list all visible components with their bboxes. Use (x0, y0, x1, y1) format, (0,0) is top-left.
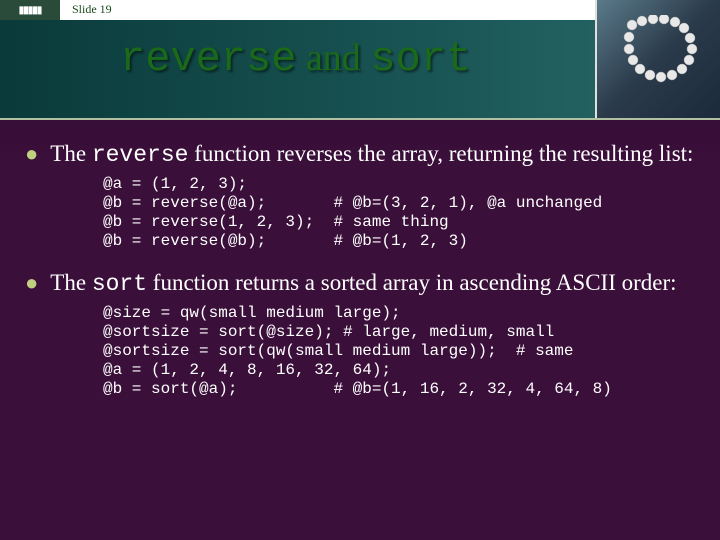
logo: ▮▮▮▮▮ (0, 0, 60, 20)
divider-line (0, 118, 720, 120)
bullet-1: ● The reverse function reverses the arra… (25, 140, 700, 169)
code-block-1: @a = (1, 2, 3); @b = reverse(@a); # @b=(… (103, 175, 700, 251)
b2-post: function returns a sorted array in ascen… (147, 270, 676, 295)
title-mid: and (296, 37, 370, 79)
logo-bars-icon: ▮▮▮▮▮ (19, 5, 42, 16)
bullet-1-text: The reverse function reverses the array,… (50, 140, 700, 169)
slide-title: reverse and sort (120, 35, 471, 83)
title-code-1: reverse (120, 35, 296, 83)
bullet-icon: ● (25, 140, 38, 169)
bullet-icon: ● (25, 269, 38, 298)
b1-post: function reverses the array, returning t… (188, 141, 693, 166)
bullet-2-text: The sort function returns a sorted array… (50, 269, 700, 298)
b1-pre: The (50, 141, 92, 166)
b1-code: reverse (92, 142, 189, 168)
b2-pre: The (50, 270, 92, 295)
slide-header: ▮▮▮▮▮ Slide 19 reverse and sort (0, 0, 720, 120)
slide-number: Slide 19 (72, 2, 112, 17)
decorative-image (595, 0, 720, 120)
b2-code: sort (92, 271, 147, 297)
slide-content: ● The reverse function reverses the arra… (25, 140, 700, 417)
pearls-icon (622, 15, 702, 85)
title-code-2: sort (370, 35, 471, 83)
bullet-2: ● The sort function returns a sorted arr… (25, 269, 700, 298)
code-block-2: @size = qw(small medium large); @sortsiz… (103, 304, 700, 399)
